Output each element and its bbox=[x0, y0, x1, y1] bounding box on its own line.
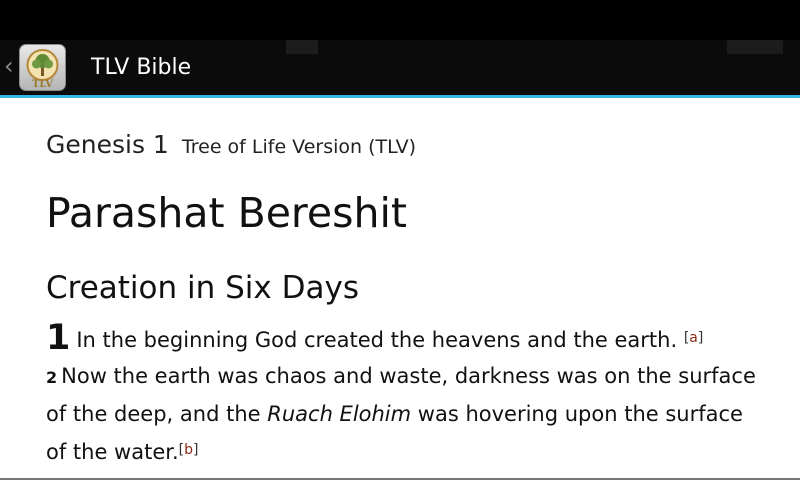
up-navigation-button[interactable]: ‹ TLV bbox=[0, 40, 74, 95]
footnote-link-b[interactable]: [b] bbox=[179, 442, 199, 458]
app-title: TLV Bible bbox=[91, 55, 192, 80]
app-logo-text: TLV bbox=[32, 79, 53, 90]
footnote-link-a[interactable]: [a] bbox=[684, 330, 704, 346]
verse-1: 1 In the beginning God created the heaven… bbox=[46, 320, 704, 356]
reference-line: Genesis 1 Tree of Life Version (TLV) bbox=[46, 130, 416, 159]
parashat-title: Parashat Bereshit bbox=[46, 189, 407, 237]
status-bar bbox=[0, 0, 800, 40]
version-name: Tree of Life Version (TLV) bbox=[181, 136, 417, 158]
app-logo-icon: TLV bbox=[19, 44, 66, 91]
book-chapter: Genesis 1 bbox=[46, 130, 169, 159]
verse-number: 2 bbox=[46, 368, 58, 387]
verse-1-text: In the beginning God created the heavens… bbox=[76, 328, 678, 352]
verse-2: 2 Now the earth was chaos and waste, dark… bbox=[46, 364, 756, 464]
verse-text: 1 In the beginning God created the heaven… bbox=[46, 320, 766, 470]
chapter-number: 1 bbox=[46, 318, 71, 358]
verse-2-italic: Ruach Elohim bbox=[267, 402, 412, 426]
chevron-left-icon: ‹ bbox=[4, 52, 14, 80]
status-shade bbox=[727, 40, 783, 54]
action-bar: ‹ TLV TLV Bible bbox=[0, 40, 800, 98]
section-heading: Creation in Six Days bbox=[46, 270, 359, 306]
status-shade bbox=[286, 40, 318, 54]
